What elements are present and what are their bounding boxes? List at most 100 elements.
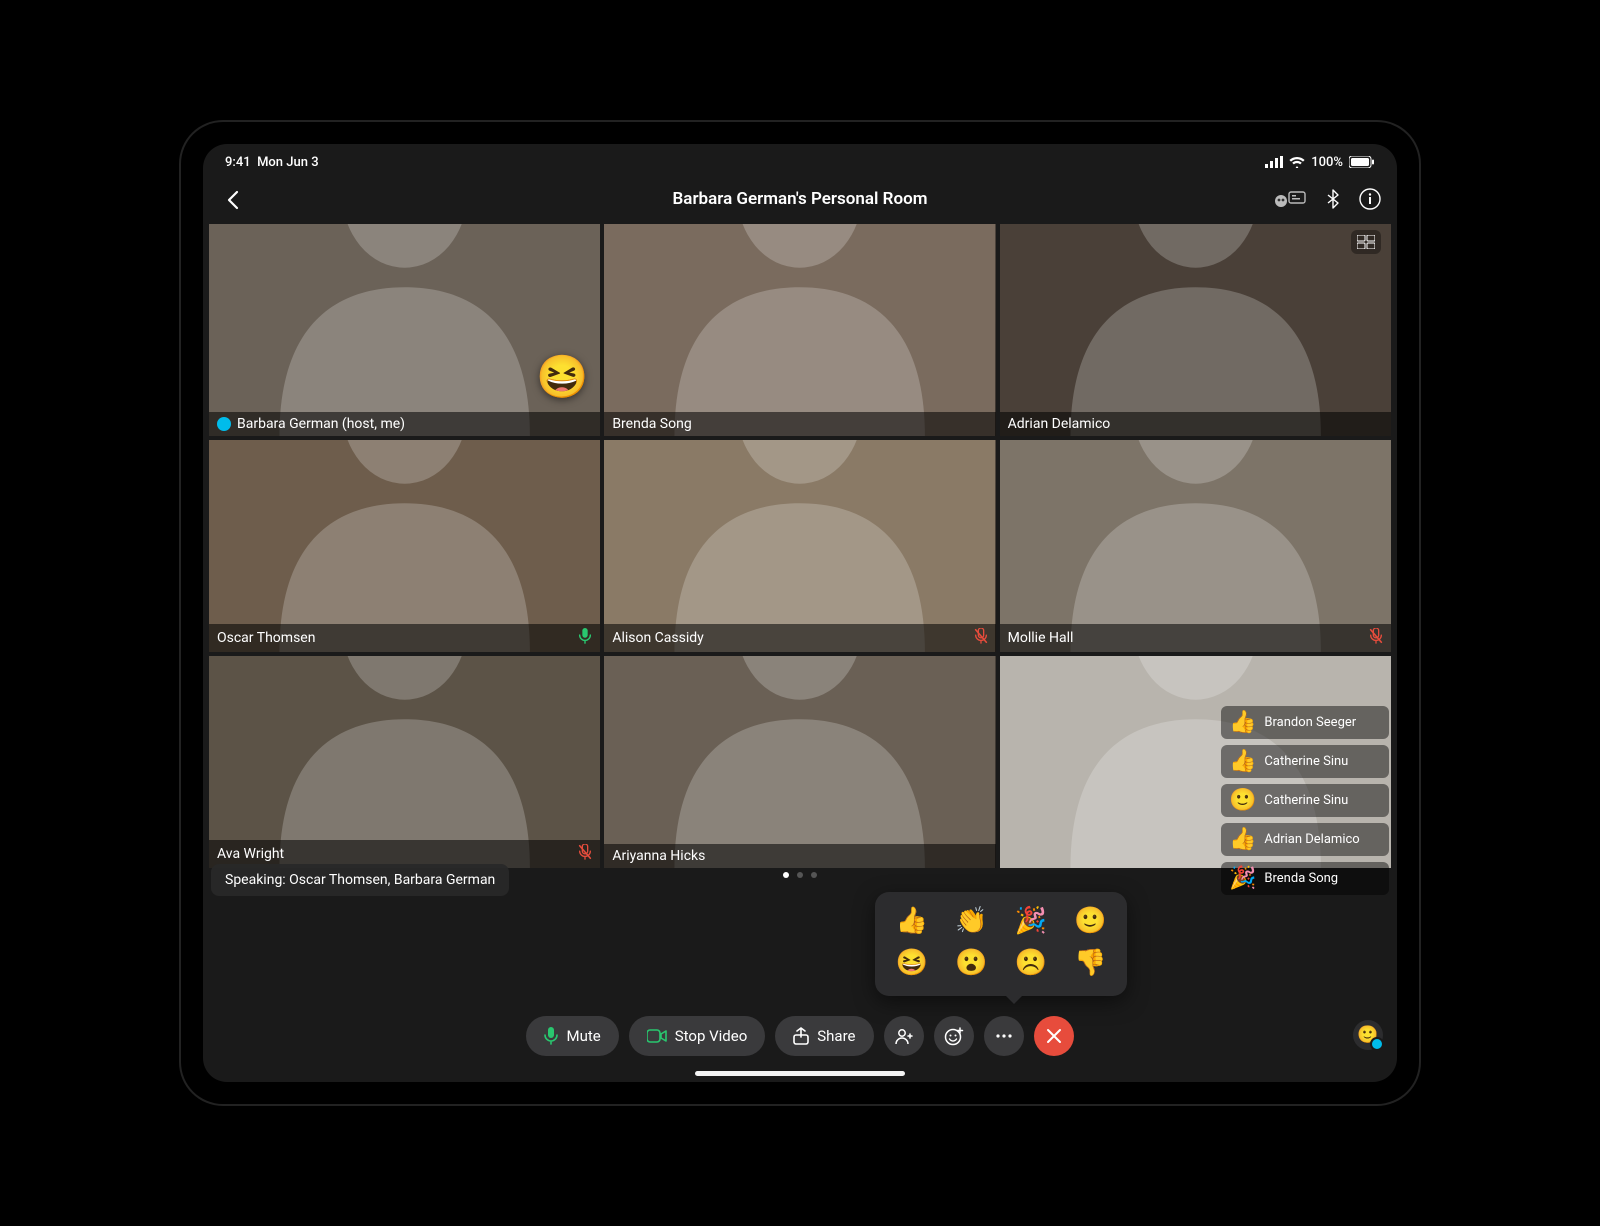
cellular-icon (1265, 156, 1283, 168)
reaction-option[interactable]: 😆 (891, 948, 933, 978)
video-tile[interactable]: Adrian Delamico (1000, 224, 1391, 436)
participant-video (604, 656, 995, 868)
reaction-option[interactable]: 👏 (951, 906, 993, 936)
status-time: 9:41 (225, 155, 251, 170)
microphone-icon (544, 1027, 558, 1045)
video-tile[interactable]: Ariyanna Hicks (604, 656, 995, 868)
participant-video (604, 440, 995, 652)
reactions-popover: 👍 👏 🎉 🙂 😆 😮 ☹️ 👎 (875, 892, 1127, 996)
video-tile[interactable]: Ava Wright (209, 656, 600, 868)
reaction-feed-item: 🙂Catherine Sinu (1221, 784, 1389, 817)
person-icon (895, 1027, 913, 1045)
video-tile[interactable]: Alison Cassidy (604, 440, 995, 652)
status-left: 9:41 Mon Jun 3 (225, 155, 319, 170)
battery-icon (1349, 156, 1375, 168)
reaction-sender: Brenda Song (1264, 871, 1338, 886)
mic-muted-icon (974, 628, 988, 648)
participant-namebar: Mollie Hall (1000, 624, 1391, 652)
participant-namebar: Barbara German (host, me) (209, 412, 600, 436)
page-dot[interactable] (797, 872, 803, 878)
share-label: Share (817, 1027, 855, 1045)
participant-name: Ariyanna Hicks (612, 848, 705, 864)
back-button[interactable] (219, 186, 247, 214)
page-dot[interactable] (811, 872, 817, 878)
headerbar: Barbara German's Personal Room (203, 182, 1397, 216)
participant-name: Ava Wright (217, 846, 284, 862)
reaction-option[interactable]: 👍 (891, 906, 933, 936)
reaction-feed-item: 👍Catherine Sinu (1221, 745, 1389, 778)
video-grid: 😆 Barbara German (host, me) Brenda Song … (209, 224, 1391, 868)
participant-video (1000, 224, 1391, 436)
battery-text: 100% (1311, 155, 1343, 170)
camera-icon (647, 1029, 667, 1043)
participants-button[interactable] (884, 1016, 924, 1056)
reaction-option[interactable]: ☹️ (1010, 948, 1052, 978)
chevron-left-icon (227, 190, 239, 210)
page-indicator[interactable] (783, 872, 817, 878)
participant-name: Barbara German (host, me) (237, 416, 405, 432)
end-call-button[interactable] (1034, 1016, 1074, 1056)
bluetooth-icon[interactable] (1327, 189, 1339, 209)
mini-reaction-button[interactable]: 🙂 (1353, 1020, 1383, 1050)
wifi-icon (1289, 156, 1305, 168)
video-tile[interactable]: Brenda Song (604, 224, 995, 436)
reaction-option[interactable]: 🙂 (1070, 906, 1112, 936)
reactions-button[interactable] (934, 1016, 974, 1056)
reaction-sender: Brandon Seeger (1264, 715, 1356, 730)
participant-name: Oscar Thomsen (217, 630, 315, 646)
home-indicator[interactable] (695, 1071, 905, 1076)
tablet-frame: 9:41 Mon Jun 3 100% Barbara German's Per… (179, 120, 1421, 1106)
participant-name: Adrian Delamico (1008, 416, 1111, 432)
reaction-feed: 👍Brandon Seeger👍Catherine Sinu🙂Catherine… (1221, 706, 1389, 895)
screen: 9:41 Mon Jun 3 100% Barbara German's Per… (203, 144, 1397, 1082)
meeting-title: Barbara German's Personal Room (673, 189, 928, 209)
reaction-emoji: 🙂 (1229, 788, 1256, 813)
assistant-icon[interactable] (1273, 189, 1307, 209)
reaction-emoji: 🎉 (1229, 866, 1256, 891)
participant-video (604, 224, 995, 436)
speaking-banner: Speaking: Oscar Thomsen, Barbara German (211, 864, 509, 896)
reaction-feed-item: 🎉 Brenda Song (1221, 862, 1389, 895)
reaction-sender: Catherine Sinu (1264, 754, 1348, 769)
video-tile[interactable]: Oscar Thomsen (209, 440, 600, 652)
more-icon (995, 1033, 1013, 1039)
layout-toggle-button[interactable] (1351, 230, 1381, 254)
reaction-feed-item: 👍 Adrian Delamico (1221, 823, 1389, 856)
statusbar: 9:41 Mon Jun 3 100% (203, 150, 1397, 174)
reaction-option[interactable]: 😮 (951, 948, 993, 978)
status-date: Mon Jun 3 (257, 155, 319, 170)
participant-name: Brenda Song (612, 416, 691, 432)
participant-namebar: Alison Cassidy (604, 624, 995, 652)
share-icon (793, 1027, 809, 1045)
participant-video (209, 440, 600, 652)
video-tile[interactable]: Mollie Hall (1000, 440, 1391, 652)
status-right: 100% (1265, 155, 1375, 170)
mic-muted-icon (578, 844, 592, 864)
smile-plus-icon (944, 1026, 964, 1046)
grid-icon (1357, 235, 1375, 249)
participant-video (1000, 440, 1391, 652)
reaction-feed-item: 👍 Brandon Seeger (1221, 706, 1389, 739)
reaction-overlay: 😆 (536, 353, 588, 402)
more-button[interactable] (984, 1016, 1024, 1056)
reaction-sender: Adrian Delamico (1264, 832, 1359, 847)
reaction-emoji: 👍 (1229, 710, 1256, 735)
control-bar: Mute Stop Video Share (203, 1016, 1397, 1056)
participant-video (209, 224, 600, 436)
video-label: Stop Video (675, 1027, 748, 1045)
stop-video-button[interactable]: Stop Video (629, 1016, 766, 1056)
page-dot[interactable] (783, 872, 789, 878)
video-tile[interactable]: 😆 Barbara German (host, me) (209, 224, 600, 436)
participant-name: Mollie Hall (1008, 630, 1074, 646)
reaction-option[interactable]: 👎 (1070, 948, 1112, 978)
mute-button[interactable]: Mute (526, 1016, 618, 1056)
reaction-option[interactable]: 🎉 (1010, 906, 1052, 936)
reaction-emoji: 👍 (1229, 827, 1256, 852)
participant-namebar: Brenda Song (604, 412, 995, 436)
share-button[interactable]: Share (775, 1016, 873, 1056)
participant-namebar: Oscar Thomsen (209, 624, 600, 652)
participant-name: Alison Cassidy (612, 630, 703, 646)
mic-active-icon (578, 628, 592, 648)
info-icon[interactable] (1359, 188, 1381, 210)
mic-muted-icon (1369, 628, 1383, 648)
